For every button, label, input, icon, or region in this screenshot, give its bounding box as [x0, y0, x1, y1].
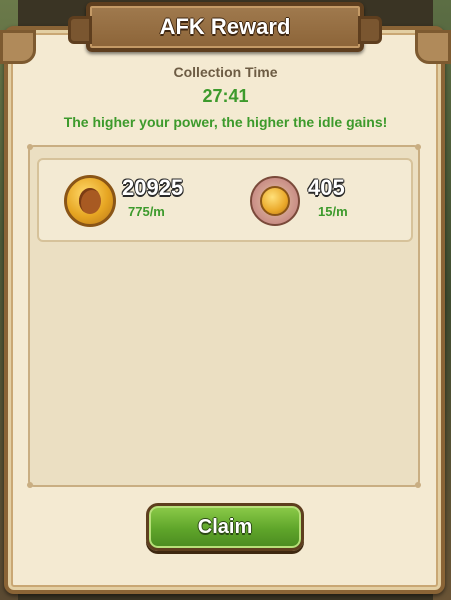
gold-rate: 775/m	[128, 204, 165, 219]
panel-corner-dot	[27, 144, 33, 150]
panel-corner-dot	[415, 144, 421, 150]
gold-amount: 20925	[122, 175, 184, 200]
frame-corner-right	[415, 30, 451, 64]
claim-button-label: Claim	[197, 515, 253, 538]
dialog-title: AFK Reward	[159, 14, 291, 39]
frame-corner-left	[0, 30, 36, 64]
title-banner: AFK Reward	[68, 2, 382, 52]
gold-coin-icon	[64, 175, 116, 227]
claim-button[interactable]: Claim	[146, 503, 304, 551]
panel-corner-dot	[27, 482, 33, 488]
collection-time-value: 27:41	[202, 86, 249, 106]
medal-icon	[250, 176, 300, 226]
panel-corner-dot	[415, 482, 421, 488]
medal-amount: 405	[308, 175, 345, 200]
idle-gain-hint: The higher your power, the higher the id…	[63, 114, 388, 130]
collection-time-label: Collection Time	[173, 64, 278, 80]
medal-rate: 15/m	[318, 204, 348, 219]
